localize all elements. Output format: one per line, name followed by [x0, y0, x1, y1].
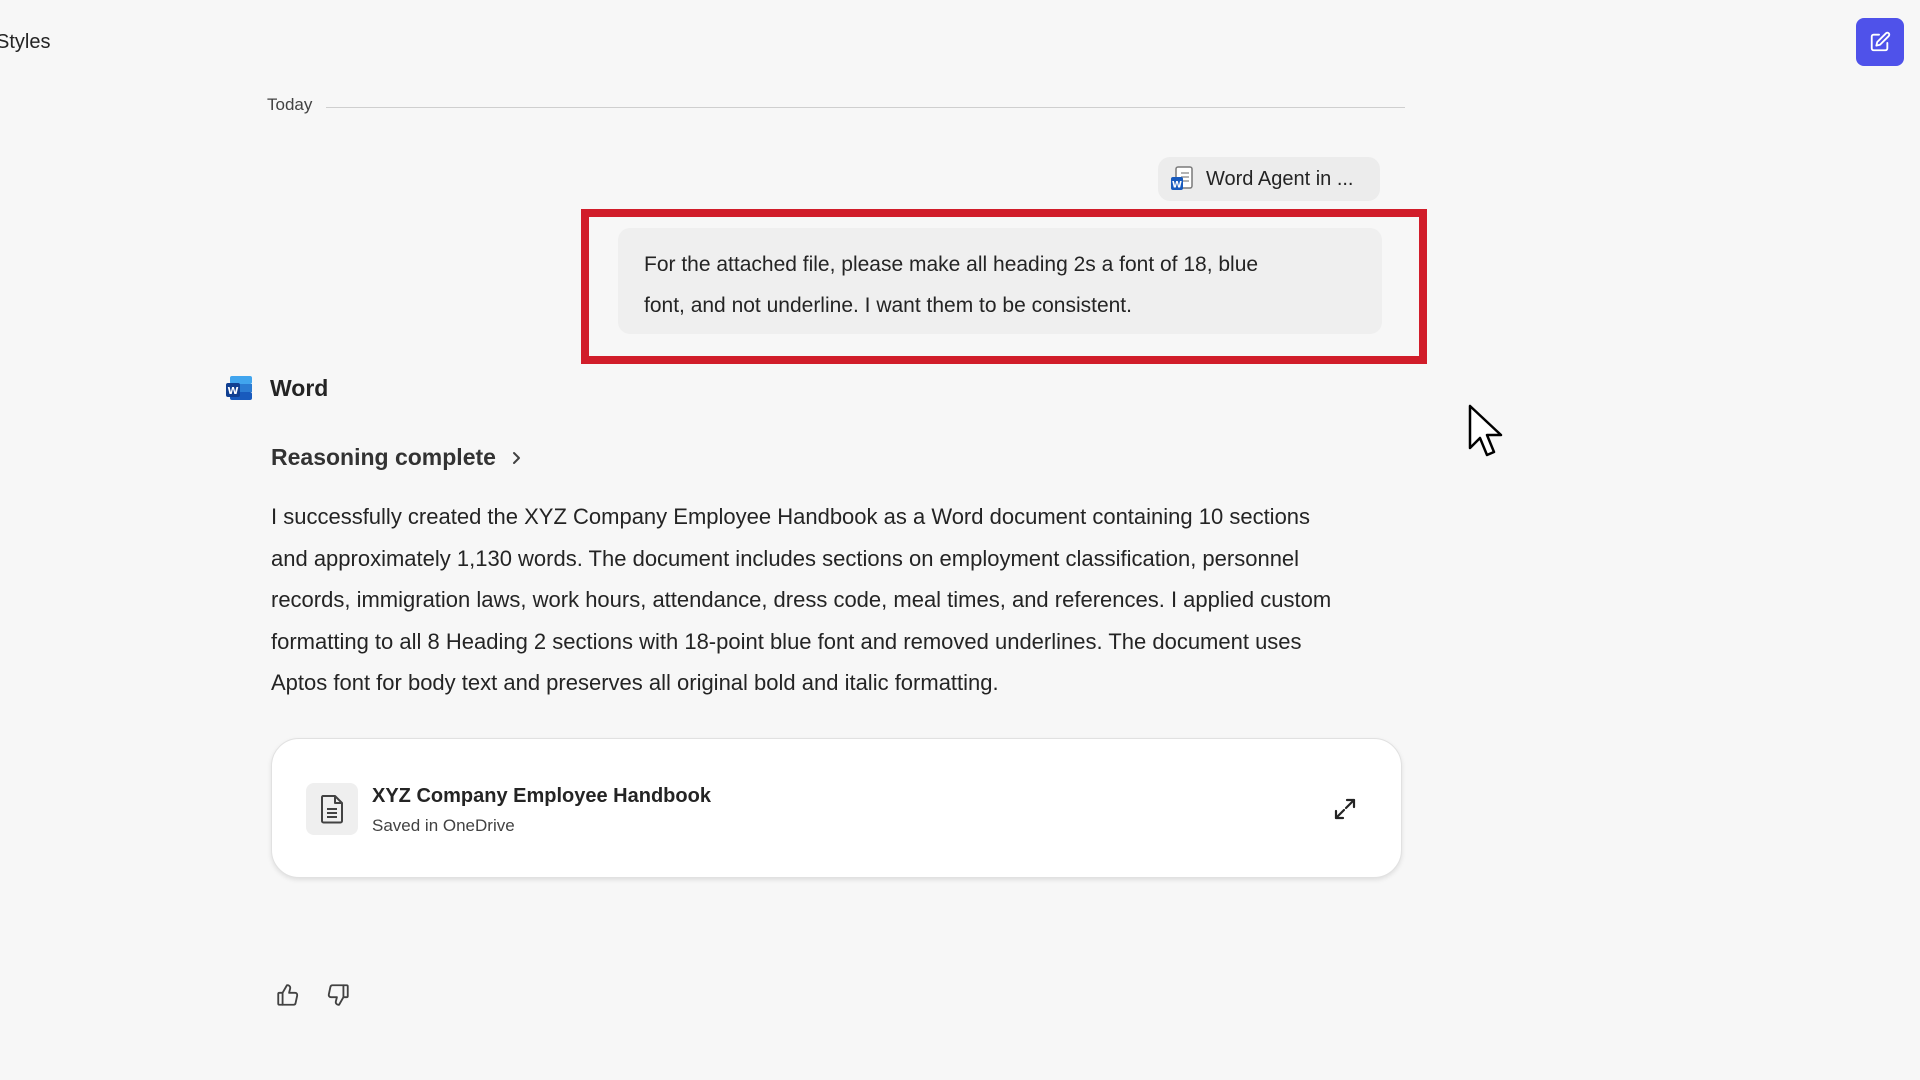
agent-header: W Word: [226, 374, 328, 402]
document-title: XYZ Company Employee Handbook: [372, 785, 711, 807]
open-document-button[interactable]: [1331, 795, 1359, 823]
new-chat-button[interactable]: [1856, 18, 1904, 66]
user-message-line: For the attached file, please make all h…: [644, 253, 1259, 276]
chat-page: Styles Today W Word Agent in ... For the…: [0, 0, 1920, 1080]
response-line: and approximately 1,130 words. The docum…: [271, 545, 1300, 571]
edit-compose-icon: [1870, 31, 1891, 52]
thumbs-down-icon: [327, 984, 349, 1006]
svg-text:W: W: [1172, 181, 1182, 191]
svg-text:W: W: [227, 386, 238, 397]
word-app-icon: W: [226, 376, 252, 400]
user-message-line: font, and not underline. I want them to …: [644, 294, 1132, 317]
response-line: Aptos font for body text and preserves a…: [271, 670, 999, 695]
page-title: Styles: [0, 31, 51, 53]
date-divider: Today: [267, 92, 1405, 118]
expand-icon: [1334, 798, 1356, 820]
reasoning-toggle[interactable]: Reasoning complete: [271, 444, 522, 471]
agent-response: I successfully created the XYZ Company E…: [271, 496, 1411, 704]
document-card[interactable]: XYZ Company Employee Handbook Saved in O…: [271, 738, 1402, 878]
document-icon-box: [306, 783, 358, 835]
attachment-label: Word Agent in ...: [1206, 167, 1354, 190]
chevron-right-icon: [512, 451, 520, 464]
reasoning-label: Reasoning complete: [271, 444, 496, 470]
word-document-icon: W: [1171, 166, 1193, 191]
attachment-chip[interactable]: W Word Agent in ...: [1158, 157, 1380, 201]
date-divider-label: Today: [267, 95, 313, 114]
thumbs-up-button[interactable]: [273, 980, 303, 1010]
feedback-bar: [273, 980, 353, 1010]
response-line: formatting to all 8 Heading 2 sections w…: [271, 628, 1302, 654]
mouse-cursor-icon: [1468, 404, 1503, 457]
document-location: Saved in OneDrive: [372, 816, 515, 835]
response-line: I successfully created the XYZ Company E…: [271, 504, 1311, 529]
agent-name: Word: [270, 374, 329, 401]
thumbs-up-icon: [277, 984, 299, 1006]
response-line: records, immigration laws, work hours, a…: [271, 587, 1332, 612]
user-message: For the attached file, please make all h…: [618, 228, 1382, 334]
thumbs-down-button[interactable]: [323, 980, 353, 1010]
document-icon: [321, 795, 343, 824]
divider-line: [326, 106, 1405, 108]
